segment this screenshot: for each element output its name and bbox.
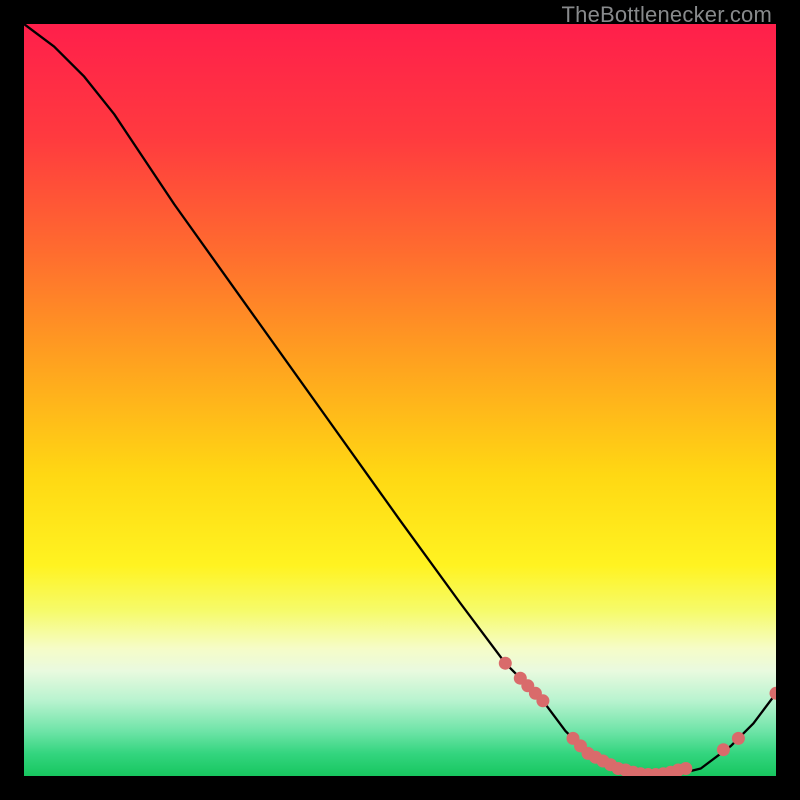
data-point [499, 657, 512, 670]
chart-background [24, 24, 776, 776]
data-point [717, 743, 730, 756]
chart-frame [24, 24, 776, 776]
data-point [679, 762, 692, 775]
watermark-text: TheBottlenecker.com [562, 2, 772, 28]
data-point [536, 694, 549, 707]
data-point [732, 732, 745, 745]
chart-svg [24, 24, 776, 776]
